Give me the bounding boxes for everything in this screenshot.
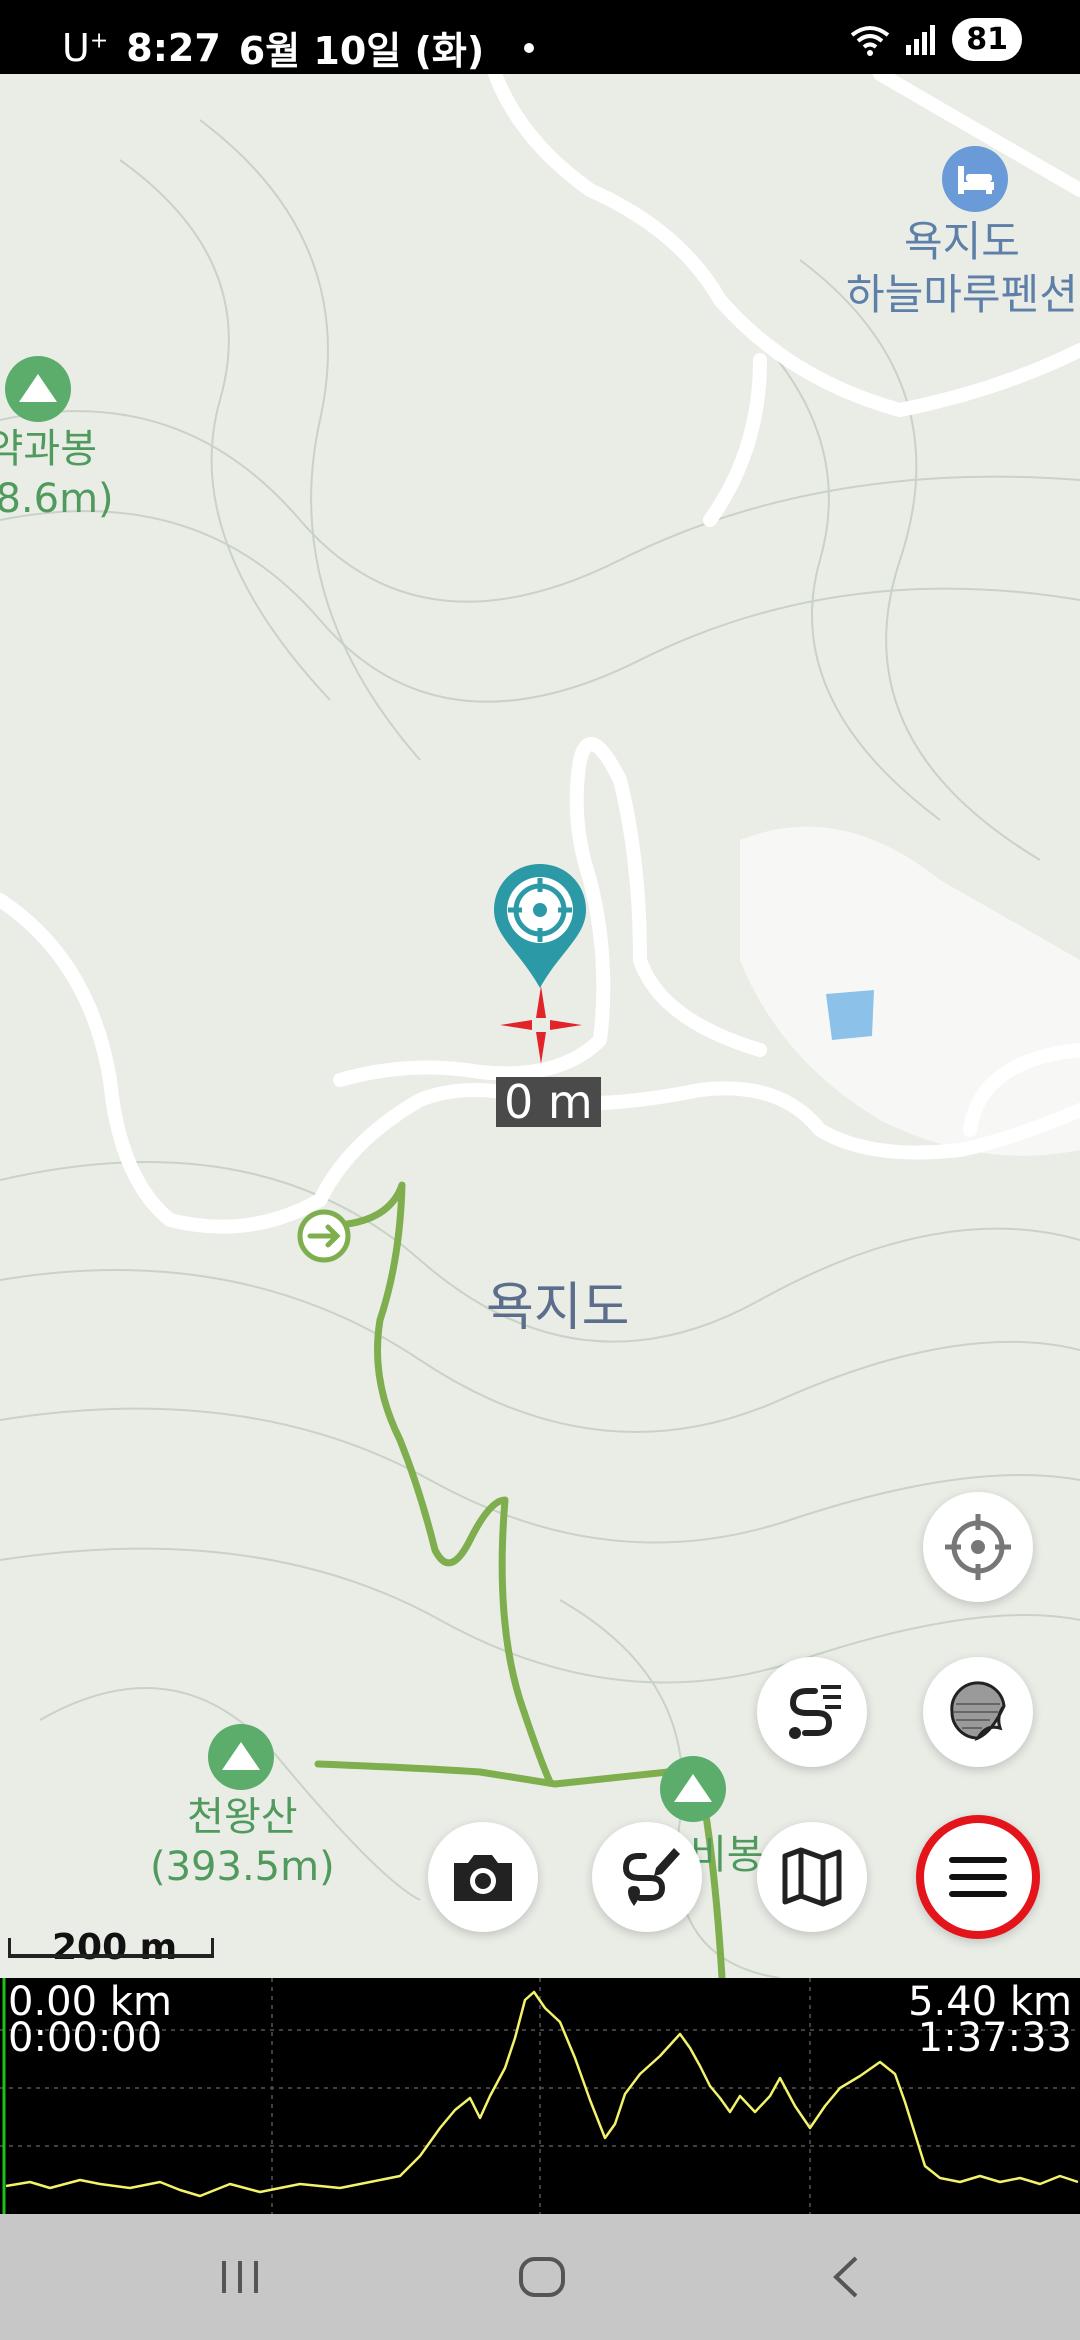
wifi-icon: [851, 25, 890, 56]
map-icon: [782, 1847, 842, 1907]
route-pen-icon: [622, 1848, 680, 1906]
home-icon: [519, 2257, 565, 2297]
route-edit-button[interactable]: [592, 1822, 702, 1932]
navigation-bar: [0, 2214, 1080, 2340]
elevation-profile[interactable]: 0.00 km 0:00:00 5.40 km 1:37:33: [0, 1978, 1080, 2214]
status-bar: U+ 8:27 6월 10일 (화) 81: [0, 0, 1080, 74]
layer-peel-icon: [950, 1681, 1006, 1742]
lodging-icon[interactable]: [942, 146, 1008, 212]
back-button[interactable]: [806, 2242, 886, 2312]
recent-apps-icon: [222, 2261, 258, 2293]
end-time: 1:37:33: [917, 2015, 1072, 2061]
menu-button[interactable]: [916, 1815, 1040, 1939]
signal-icon: [906, 24, 936, 55]
map-select-button[interactable]: [757, 1822, 867, 1932]
recent-apps-button[interactable]: [200, 2242, 280, 2312]
peak-icon[interactable]: [660, 1756, 726, 1822]
camera-button[interactable]: [428, 1822, 538, 1932]
crosshair-icon: [945, 1514, 1011, 1580]
peak-label[interactable]: 천왕산 (393.5m): [150, 1792, 335, 1892]
route-list-icon: [789, 1685, 841, 1739]
notification-dot: [524, 42, 535, 53]
island-label: 욕지도: [486, 1278, 630, 1338]
pension-label[interactable]: 욕지도 하늘마루펜션: [846, 216, 1078, 321]
clock: 8:27: [126, 25, 221, 70]
map-view[interactable]: 약과봉 18.6m) 욕지도 하늘마루펜션 욕지도 천왕산 (393.5m) 비…: [0, 74, 1080, 1978]
location-pin-icon[interactable]: [490, 860, 590, 990]
hamburger-icon: [949, 1857, 1007, 1897]
track-list-button[interactable]: [757, 1657, 867, 1767]
back-icon: [833, 2256, 858, 2298]
start-time: 0:00:00: [8, 2015, 163, 2061]
distance-label: 0 m: [496, 1077, 601, 1127]
peak-icon[interactable]: [208, 1724, 274, 1790]
home-button[interactable]: [502, 2242, 582, 2312]
peak-label[interactable]: 약과봉 18.6m): [0, 424, 114, 524]
status-left: U+ 8:27 6월 10일 (화): [62, 20, 535, 75]
status-right: 81: [850, 18, 1022, 61]
battery-indicator: 81: [952, 18, 1022, 61]
scale-bar: [8, 1938, 214, 1958]
my-location-button[interactable]: [923, 1492, 1033, 1602]
camera-icon: [454, 1855, 512, 1901]
peak-icon[interactable]: [5, 356, 71, 422]
carrier-label: U+: [62, 25, 109, 70]
map-layer-button[interactable]: [923, 1657, 1033, 1767]
date: 6월 10일 (화): [238, 29, 485, 73]
crosshair-marker-icon: [500, 986, 582, 1064]
